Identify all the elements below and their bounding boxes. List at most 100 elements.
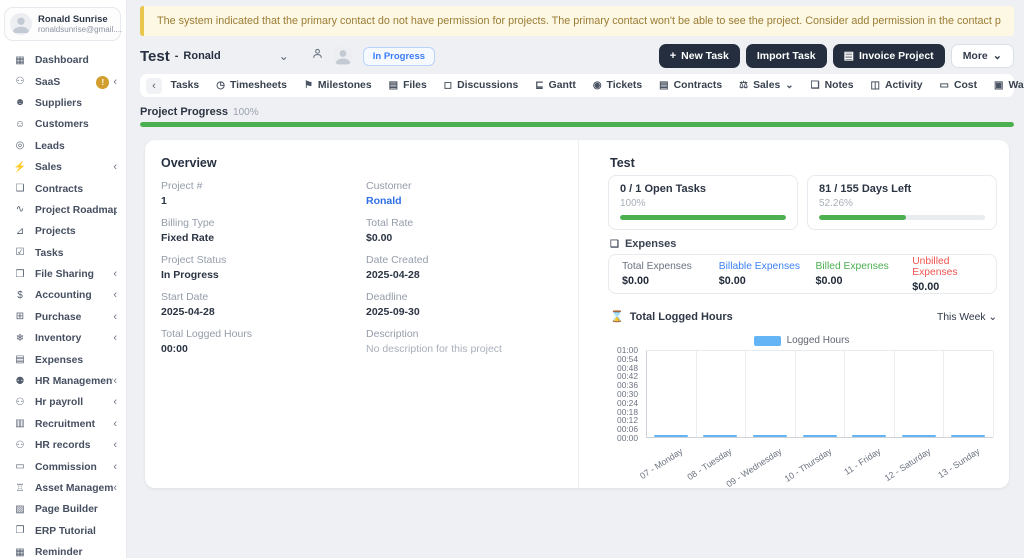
- sidebar-item-projects[interactable]: ⊿Projects: [0, 221, 126, 242]
- tab-label: Notes: [825, 80, 854, 91]
- sidebar-item-leads[interactable]: ◎Leads: [0, 136, 126, 157]
- tab-milestones[interactable]: ⚑Milestones: [295, 74, 380, 97]
- chevron-left-icon: ‹: [113, 269, 117, 280]
- sidebar-item-commission[interactable]: ▭Commission‹: [0, 456, 126, 477]
- warning-banner-text: The system indicated that the primary co…: [157, 15, 1001, 27]
- sidebar-item-file-sharing[interactable]: ❒File Sharing‹: [0, 264, 126, 285]
- sidebar-item-purchase[interactable]: ⊞Purchase‹: [0, 307, 126, 328]
- field-value: 2025-04-28: [161, 306, 366, 318]
- tab-cost[interactable]: ▭Cost: [931, 74, 986, 97]
- tab-discussions[interactable]: ◻Discussions: [435, 74, 527, 97]
- import-task-button[interactable]: Import Task: [746, 44, 827, 68]
- sidebar-item-label: Purchase: [35, 312, 113, 323]
- sidebar-item-asset-management[interactable]: ♖Asset Management‹: [0, 478, 126, 499]
- sidebar-item-tasks[interactable]: ☑Tasks: [0, 243, 126, 264]
- sidebar-item-label: Suppliers: [35, 98, 117, 109]
- sidebar-item-hr-management[interactable]: ⚉HR Management‹: [0, 371, 126, 392]
- user-profile-card[interactable]: Ronald Sunrise ronaldsunrise@gmail....: [4, 7, 121, 41]
- y-axis-tick: 00:24: [617, 399, 638, 407]
- hourglass-icon: ⌛: [610, 310, 624, 323]
- tab-label: Cost: [954, 80, 977, 91]
- sidebar-item-hr-records[interactable]: ⚇HR records‹: [0, 435, 126, 456]
- tab-gantt[interactable]: ⊑Gantt: [527, 74, 585, 97]
- bar-logged-hours: [852, 435, 886, 438]
- activity-icon: ◫: [870, 81, 879, 91]
- new-task-button[interactable]: + New Task: [659, 44, 740, 68]
- chevron-left-icon: ‹: [113, 77, 117, 88]
- grid-line: [696, 351, 697, 437]
- project-title: Test: [140, 48, 170, 65]
- chevron-down-icon: ⌄: [785, 81, 793, 91]
- member-avatar[interactable]: [333, 46, 353, 66]
- suppliers-icon: ☻: [13, 98, 27, 108]
- tab-sales[interactable]: ⚖Sales⌄: [731, 74, 803, 97]
- chart-plot-area: [646, 350, 993, 438]
- notification-badge: !: [96, 76, 109, 89]
- contracts-icon: ❏: [13, 184, 27, 194]
- notes-icon: ❏: [811, 81, 820, 91]
- tab-tasks[interactable]: Tasks: [162, 74, 208, 97]
- invoice-project-button[interactable]: ▤ Invoice Project: [833, 44, 945, 68]
- open-tasks-title: 0 / 1 Open Tasks: [620, 183, 786, 195]
- project-summary-panel: Test 0 / 1 Open Tasks 100% 81 / 155 Days…: [594, 140, 1009, 488]
- sidebar-item-inventory[interactable]: ❄Inventory‹: [0, 328, 126, 349]
- bar-logged-hours: [803, 435, 837, 438]
- sidebar-item-recruitment[interactable]: ▥Recruitment‹: [0, 414, 126, 435]
- tab-timesheets[interactable]: ◷Timesheets: [208, 74, 296, 97]
- sidebar-item-page-builder[interactable]: ▨Page Builder: [0, 499, 126, 520]
- range-selector[interactable]: This Week ⌄: [937, 311, 997, 323]
- tasks-icon: ☑: [13, 248, 27, 258]
- open-tasks-percent: 100%: [620, 198, 786, 209]
- inventory-icon: ❄: [13, 334, 27, 344]
- sidebar-item-expenses[interactable]: ▤Expenses: [0, 349, 126, 370]
- erp-tutorial-icon: ❐: [13, 526, 27, 536]
- tab-label: Tasks: [171, 80, 200, 91]
- overview-title: Overview: [161, 156, 217, 170]
- sidebar-item-customers[interactable]: ☺Customers: [0, 114, 126, 135]
- chevron-left-icon: ‹: [113, 462, 117, 473]
- tabs-scroll-left[interactable]: ‹: [146, 78, 162, 94]
- field-total-logged-hours: Total Logged Hours00:00: [161, 328, 366, 355]
- add-member-icon[interactable]: [311, 47, 324, 65]
- sidebar-item-sales[interactable]: ⚡Sales‹: [0, 157, 126, 178]
- tab-activity[interactable]: ◫Activity: [862, 74, 931, 97]
- project-switcher-chevron-icon[interactable]: ⌄: [279, 49, 289, 63]
- sidebar-item-contracts[interactable]: ❏Contracts: [0, 178, 126, 199]
- tab-tickets[interactable]: ◉Tickets: [584, 74, 650, 97]
- tab-files[interactable]: ▤Files: [380, 74, 435, 97]
- sidebar-item-hr-payroll[interactable]: ⚇Hr payroll‹: [0, 392, 126, 413]
- sidebar-item-suppliers[interactable]: ☻ Suppliers: [0, 93, 126, 114]
- chart-legend[interactable]: Logged Hours: [594, 335, 1009, 346]
- field-value: No description for this project: [366, 343, 566, 355]
- warehouse-icon: ▣: [994, 81, 1003, 91]
- sidebar-item-label: Leads: [35, 141, 117, 152]
- sidebar-item-erp-tutorial[interactable]: ❐ERP Tutorial: [0, 521, 126, 542]
- expense-label: Unbilled Expenses: [912, 256, 996, 278]
- user-avatar: [10, 13, 32, 35]
- sidebar-item-saas[interactable]: ⚇SaaS!‹: [0, 71, 126, 92]
- more-button[interactable]: More ⌄: [951, 44, 1014, 68]
- tab-notes[interactable]: ❏ Notes: [802, 74, 862, 97]
- bar-logged-hours: [951, 435, 985, 438]
- field-project: Project #1: [161, 180, 366, 207]
- tab-warehouse[interactable]: ▣Warehouse: [986, 74, 1024, 97]
- field-value: Fixed Rate: [161, 232, 366, 244]
- stat-boxes: 0 / 1 Open Tasks 100% 81 / 155 Days Left…: [608, 175, 997, 230]
- expense-label: Billable Expenses: [719, 261, 803, 272]
- sidebar-item-reminder[interactable]: ▦Reminder: [0, 542, 126, 558]
- tab-contracts[interactable]: ▤Contracts: [651, 74, 731, 97]
- sidebar-item-dashboard[interactable]: ▦Dashboard: [0, 50, 126, 71]
- sidebar-item-label: Project Roadmap: [35, 205, 117, 216]
- discussions-icon: ◻: [444, 81, 452, 91]
- chevron-down-icon: ⌄: [993, 51, 1002, 62]
- sidebar-item-project-roadmap[interactable]: ∿Project Roadmap: [0, 200, 126, 221]
- logged-hours-chart: 01:0000:5400:4800:4200:3600:3000:2400:18…: [610, 350, 993, 475]
- sidebar-item-accounting[interactable]: $Accounting‹: [0, 285, 126, 306]
- field-value[interactable]: Ronald: [366, 195, 566, 207]
- chevron-left-icon: ‹: [113, 290, 117, 301]
- sidebar-item-label: Reminder: [35, 547, 117, 558]
- warning-banner: The system indicated that the primary co…: [140, 6, 1014, 36]
- field-billing-type: Billing TypeFixed Rate: [161, 217, 366, 244]
- field-label: Deadline: [366, 291, 566, 303]
- sidebar-item-label: Recruitment: [35, 419, 113, 430]
